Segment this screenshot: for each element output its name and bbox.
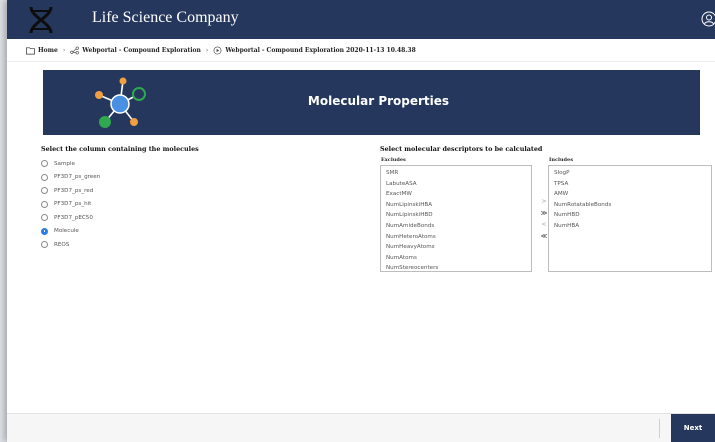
radio-option-pec50[interactable]: PF3D7_pEC50 xyxy=(41,211,100,225)
descriptor-item-included[interactable]: AMW xyxy=(549,189,711,200)
user-icon[interactable] xyxy=(701,11,715,27)
footer-bar: Cancel Next xyxy=(7,413,715,442)
radio-circle-selected[interactable] xyxy=(41,227,48,235)
chevron-right-icon: › xyxy=(205,46,209,54)
folder-icon xyxy=(26,46,35,54)
radio-circle[interactable] xyxy=(41,200,48,208)
breadcrumb-home[interactable]: Home xyxy=(38,47,58,54)
radio-label: PF3D7_ps_hit xyxy=(54,201,92,208)
descriptor-item-excluded[interactable]: NumHeavyAtoms xyxy=(381,242,531,253)
excludes-label: Excludes xyxy=(381,157,406,163)
radio-label: PF3D7_ps_red xyxy=(54,187,94,194)
play-circle-icon xyxy=(213,46,222,54)
radio-label: PF3D7_ps_green xyxy=(54,174,101,181)
descriptor-item-included[interactable]: SlogP xyxy=(549,168,711,179)
descriptor-item-included[interactable]: NumHBA xyxy=(549,221,711,232)
radio-label: REOS xyxy=(54,241,70,248)
radio-circle[interactable] xyxy=(41,187,48,195)
radio-option-ps-hit[interactable]: PF3D7_ps_hit xyxy=(41,198,100,212)
radio-option-sample[interactable]: Sample xyxy=(41,157,100,171)
descriptors-title: Select molecular descriptors to be calcu… xyxy=(380,145,543,153)
radio-label: Molecule xyxy=(54,228,79,235)
descriptor-item-included[interactable]: TPSA xyxy=(549,179,711,190)
radio-label: PF3D7_pEC50 xyxy=(54,214,93,221)
breadcrumb-item-compound-exploration[interactable]: Webportal - Compound Exploration xyxy=(82,47,201,54)
descriptor-item-excluded[interactable]: NumLipinskiHBD xyxy=(381,210,531,221)
app-window: Life Science Company Home › Webportal - … xyxy=(7,0,715,442)
radio-option-ps-green[interactable]: PF3D7_ps_green xyxy=(41,171,100,185)
radio-circle[interactable] xyxy=(41,160,48,168)
includes-listbox[interactable]: SlogP TPSA AMW NumRotatableBonds NumHBD … xyxy=(548,165,712,272)
includes-label: Includes xyxy=(549,157,574,163)
radio-option-molecule[interactable]: Molecule xyxy=(41,225,100,239)
descriptor-item-excluded[interactable]: ExactMW xyxy=(381,189,531,200)
top-bar: Life Science Company xyxy=(7,0,715,39)
molecule-column-title: Select the column containing the molecul… xyxy=(41,145,199,153)
workflow-icon xyxy=(70,46,80,54)
descriptor-item-excluded[interactable]: NumStereocenters xyxy=(381,263,531,274)
descriptor-item-included[interactable]: NumRotatableBonds xyxy=(549,200,711,211)
descriptor-item-excluded[interactable]: LabuteASA xyxy=(381,179,531,190)
radio-label: Sample xyxy=(54,160,75,167)
page-title: Molecular Properties xyxy=(307,94,450,108)
excludes-listbox[interactable]: SMR LabuteASA ExactMW NumLipinskiHBA Num… xyxy=(380,165,532,272)
brand-title: Life Science Company xyxy=(92,9,239,26)
descriptor-item-excluded[interactable]: NumHeteroAtoms xyxy=(381,232,531,243)
cancel-button[interactable]: Cancel xyxy=(607,424,627,431)
dna-logo-icon xyxy=(29,6,53,34)
molecule-column-radio-group: Sample PF3D7_ps_green PF3D7_ps_red PF3D7… xyxy=(41,157,100,252)
descriptor-item-excluded[interactable]: SMR xyxy=(381,168,531,179)
footer-divider xyxy=(659,419,660,438)
radio-circle[interactable] xyxy=(41,214,48,222)
descriptor-item-excluded[interactable]: NumAtoms xyxy=(381,253,531,264)
descriptor-item-excluded[interactable]: NumLipinskiHBA xyxy=(381,200,531,211)
chevron-right-icon: › xyxy=(62,46,66,54)
breadcrumb-item-current: Webportal - Compound Exploration 2020-11… xyxy=(225,46,416,54)
descriptor-item-included[interactable]: NumHBD xyxy=(549,210,711,221)
radio-circle[interactable] xyxy=(41,173,48,181)
descriptor-item-excluded[interactable]: NumAmideBonds xyxy=(381,221,531,232)
hero-banner: Molecular Properties xyxy=(43,70,700,135)
breadcrumb: Home › Webportal - Compound Exploration … xyxy=(7,39,715,62)
next-button[interactable]: Next xyxy=(671,414,715,442)
radio-option-reos[interactable]: REOS xyxy=(41,238,100,252)
radio-circle[interactable] xyxy=(41,241,48,249)
radio-option-ps-red[interactable]: PF3D7_ps_red xyxy=(41,184,100,198)
